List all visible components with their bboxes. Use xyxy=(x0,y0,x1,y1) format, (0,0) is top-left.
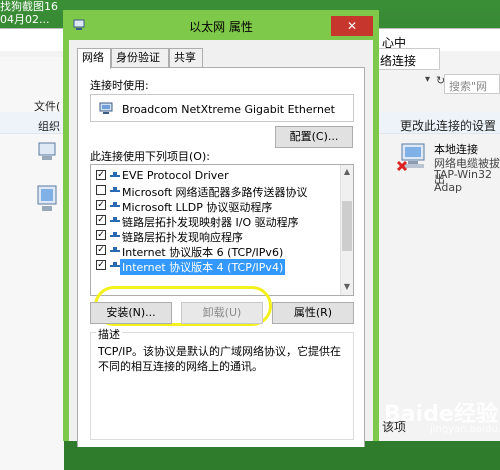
watermark-url: jingyan.baidu.com xyxy=(430,424,500,435)
network-adapter-icon-2[interactable] xyxy=(36,184,58,214)
components-list[interactable]: ✓ EVE Protocol Driver Microsoft 网络适配器多路传… xyxy=(90,164,354,296)
connection-adapter: TAP-Win32 Adap xyxy=(434,168,492,194)
items-label: 此连接使用下列项目(O): xyxy=(90,150,210,163)
network-adapter-icon xyxy=(99,102,113,114)
list-item[interactable]: Microsoft 网络适配器多路传送器协议 xyxy=(91,183,339,199)
item-checkbox[interactable] xyxy=(96,185,106,195)
item-checkbox[interactable]: ✓ xyxy=(96,215,106,225)
protocol-icon xyxy=(110,232,120,237)
bg-address-text: 络连接 xyxy=(380,54,417,68)
protocol-icon xyxy=(110,202,120,207)
item-checkbox[interactable]: ✓ xyxy=(96,170,106,180)
adapter-name: Broadcom NetXtreme Gigabit Ethernet xyxy=(122,103,335,116)
close-button[interactable]: ✕ xyxy=(331,16,373,36)
tab-sharing[interactable]: 共享 xyxy=(169,48,203,68)
protocol-icon xyxy=(110,187,120,192)
list-item[interactable]: ✓ 链路层拓扑发现响应程序 xyxy=(91,228,339,244)
list-item[interactable]: ✓ 链路层拓扑发现映射器 I/O 驱动程序 xyxy=(91,213,339,229)
configure-button[interactable]: 配置(C)... xyxy=(275,126,353,148)
list-item-selected[interactable]: ✓ Internet 协议版本 4 (TCP/IPv4) xyxy=(91,258,339,275)
scroll-thumb[interactable] xyxy=(342,201,352,251)
protocol-icon xyxy=(110,262,120,267)
scroll-down-icon[interactable]: ▼ xyxy=(341,281,353,293)
bg-file-menu[interactable]: 文件( xyxy=(34,98,60,114)
uninstall-button: 卸载(U) xyxy=(181,302,263,324)
list-item[interactable]: ✓ Microsoft LLDP 协议驱动程序 xyxy=(91,198,339,214)
list-item[interactable]: ✓ Internet 协议版本 6 (TCP/IPv6) xyxy=(91,243,339,259)
networking-tab-panel: 连接时使用: Broadcom NetXtreme Gigabit Ethern… xyxy=(77,67,365,447)
change-connection-settings-link[interactable]: 更改此连接的设置 xyxy=(400,117,496,134)
tab-authentication[interactable]: 身份验证 xyxy=(111,48,169,68)
item-checkbox[interactable]: ✓ xyxy=(96,200,106,210)
protocol-icon xyxy=(110,247,120,252)
item-checkbox[interactable]: ✓ xyxy=(96,260,106,270)
properties-button[interactable]: 属性(R) xyxy=(272,302,354,324)
desktop-label: 找狗截图16 xyxy=(0,0,58,13)
desktop-label-sub: 04月02... xyxy=(0,13,50,26)
description-text: TCP/IP。该协议是默认的广域网络协议，它提供在不同的相互连接的网络上的通讯。 xyxy=(98,345,341,373)
item-checkbox[interactable]: ✓ xyxy=(96,245,106,255)
bg-search-input[interactable]: 搜索"网 xyxy=(444,74,500,94)
item-checkbox[interactable]: ✓ xyxy=(96,230,106,240)
network-adapter-icon[interactable] xyxy=(38,142,56,162)
protocol-icon xyxy=(110,217,120,222)
list-item[interactable]: ✓ EVE Protocol Driver xyxy=(91,168,339,183)
connect-using-label: 连接时使用: xyxy=(90,79,149,92)
chevron-down-icon[interactable]: ▾ xyxy=(425,74,430,85)
adapter-field: Broadcom NetXtreme Gigabit Ethernet xyxy=(90,94,354,122)
scroll-up-icon[interactable]: ▲ xyxy=(341,166,353,178)
tab-networking[interactable]: 网络 xyxy=(77,48,111,69)
bg-organize-menu[interactable]: 组织 xyxy=(38,118,60,134)
item-label: Internet 协议版本 4 (TCP/IPv4) xyxy=(120,259,286,275)
install-button[interactable]: 安装(N)... xyxy=(90,302,172,324)
dialog-title: 以太网 属性 xyxy=(189,20,253,34)
protocol-icon xyxy=(110,172,120,177)
network-connection-icon[interactable] xyxy=(396,140,430,174)
description-title: 描述 xyxy=(96,326,122,342)
item-label: EVE Protocol Driver xyxy=(122,169,229,182)
ethernet-properties-dialog: 以太网 属性 ✕ 网络 身份验证 共享 连接时使用: Broadcom NetX… xyxy=(63,10,379,447)
